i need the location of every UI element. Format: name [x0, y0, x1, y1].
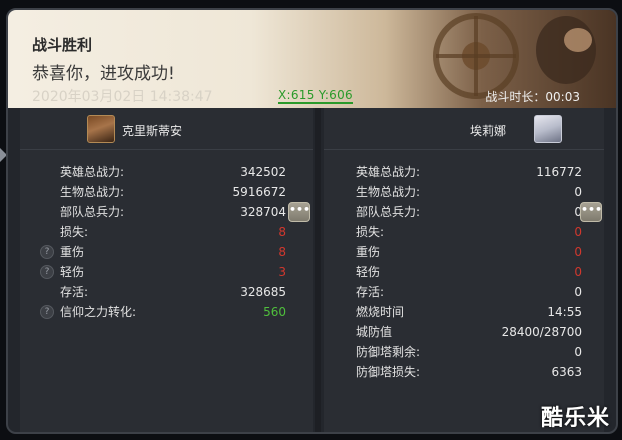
stat-label: 防御塔剩余: [356, 345, 421, 359]
defender-avatar[interactable] [534, 115, 562, 143]
stat-row: 存活: 328685 [60, 282, 286, 302]
defender-panel: 埃莉娜 英雄总战力: 116772 生物总战力: 0 部队总兵力: 0 ••• … [324, 108, 604, 432]
stat-value: 0 [574, 225, 582, 239]
defender-header: 埃莉娜 [324, 108, 604, 150]
stat-value: 328704 [240, 205, 286, 219]
stat-label: 重伤 [60, 245, 85, 259]
stat-label: 防御塔损失: [356, 365, 421, 379]
battle-duration: 战斗时长：00:03 [485, 88, 580, 105]
panel-divider [315, 108, 321, 432]
attacker-avatar[interactable] [87, 115, 115, 143]
stat-row: 生物总战力: 5916672 [60, 182, 286, 202]
battle-timestamp: 2020年03月02日 14:38:47 [32, 89, 213, 105]
stat-label: 燃烧时间 [356, 305, 405, 319]
stat-value: 116772 [536, 165, 582, 179]
stat-row: 防御塔损失: 6363 [356, 362, 582, 382]
victory-banner: 战斗胜利 恭喜你，进攻成功! 2020年03月02日 14:38:47 X:61… [8, 10, 616, 108]
stat-value: 0 [574, 185, 582, 199]
stat-label: 存活: [60, 285, 89, 299]
stat-label: 轻伤 [356, 265, 381, 279]
stat-row: 损失: 0 [356, 222, 582, 242]
stat-label: 重伤 [356, 245, 381, 259]
stat-label: 部队总兵力: [60, 205, 125, 219]
duration-value: 00:03 [545, 90, 580, 104]
victory-message: 恭喜你，进攻成功! [32, 64, 175, 84]
stat-row: 部队总兵力: 328704 [60, 202, 286, 222]
battle-report-window: 战斗胜利 恭喜你，进攻成功! 2020年03月02日 14:38:47 X:61… [6, 8, 618, 434]
stat-value: 328685 [240, 285, 286, 299]
stat-value: 8 [278, 245, 286, 259]
stat-value: 342502 [240, 165, 286, 179]
stat-value: 0 [574, 245, 582, 259]
stat-value: 8 [278, 225, 286, 239]
stat-row: 轻伤 0 [356, 262, 582, 282]
troop-details-button[interactable]: ••• [288, 202, 310, 222]
stat-value: 3 [278, 265, 286, 279]
help-icon[interactable]: ? [40, 305, 54, 319]
stat-row: 存活: 0 [356, 282, 582, 302]
stat-label: 英雄总战力: [60, 165, 125, 179]
stat-value: 560 [263, 305, 286, 319]
attacker-name: 克里斯蒂安 [122, 124, 183, 138]
help-icon[interactable]: ? [40, 265, 54, 279]
stat-value: 28400/28700 [501, 325, 582, 339]
stat-value: 5916672 [232, 185, 286, 199]
stat-label: 损失: [356, 225, 385, 239]
stat-label: 信仰之力转化: [60, 305, 137, 319]
stat-value: 14:55 [547, 305, 582, 319]
stat-value: 0 [574, 285, 582, 299]
stat-row: 英雄总战力: 342502 [60, 162, 286, 182]
stat-row: 重伤 8 [60, 242, 286, 262]
page-title: 战斗胜利 [32, 36, 93, 54]
stat-label: 生物总战力: [356, 185, 421, 199]
stat-row: 燃烧时间 14:55 [356, 302, 582, 322]
coordinates-link[interactable]: X:615 Y:606 [278, 88, 353, 104]
stat-row: 轻伤 3 [60, 262, 286, 282]
stat-row: 重伤 0 [356, 242, 582, 262]
stat-label: 损失: [60, 225, 89, 239]
attacker-header: 克里斯蒂安 [20, 108, 313, 150]
stat-row: 损失: 8 [60, 222, 286, 242]
stat-row: 部队总兵力: 0 [356, 202, 582, 222]
stat-row: 生物总战力: 0 [356, 182, 582, 202]
stat-label: 存活: [356, 285, 385, 299]
stat-label: 轻伤 [60, 265, 85, 279]
watermark-logo: 酷乐米 [540, 406, 610, 431]
troop-details-button[interactable]: ••• [580, 202, 602, 222]
stat-value: 6363 [551, 365, 582, 379]
stat-row: 防御塔剩余: 0 [356, 342, 582, 362]
stat-row: 城防值 28400/28700 [356, 322, 582, 342]
help-icon[interactable]: ? [40, 245, 54, 259]
stat-label: 英雄总战力: [356, 165, 421, 179]
stat-label: 生物总战力: [60, 185, 125, 199]
stat-row: 英雄总战力: 116772 [356, 162, 582, 182]
stat-value: 0 [574, 265, 582, 279]
stat-label: 部队总兵力: [356, 205, 421, 219]
attacker-panel: 克里斯蒂安 英雄总战力: 342502 生物总战力: 5916672 部队总兵力… [20, 108, 313, 432]
stat-value: 0 [574, 345, 582, 359]
stat-row: 信仰之力转化: 560 [60, 302, 286, 322]
defender-name: 埃莉娜 [470, 124, 507, 138]
duration-label: 战斗时长： [485, 90, 546, 104]
stat-label: 城防值 [356, 325, 393, 339]
